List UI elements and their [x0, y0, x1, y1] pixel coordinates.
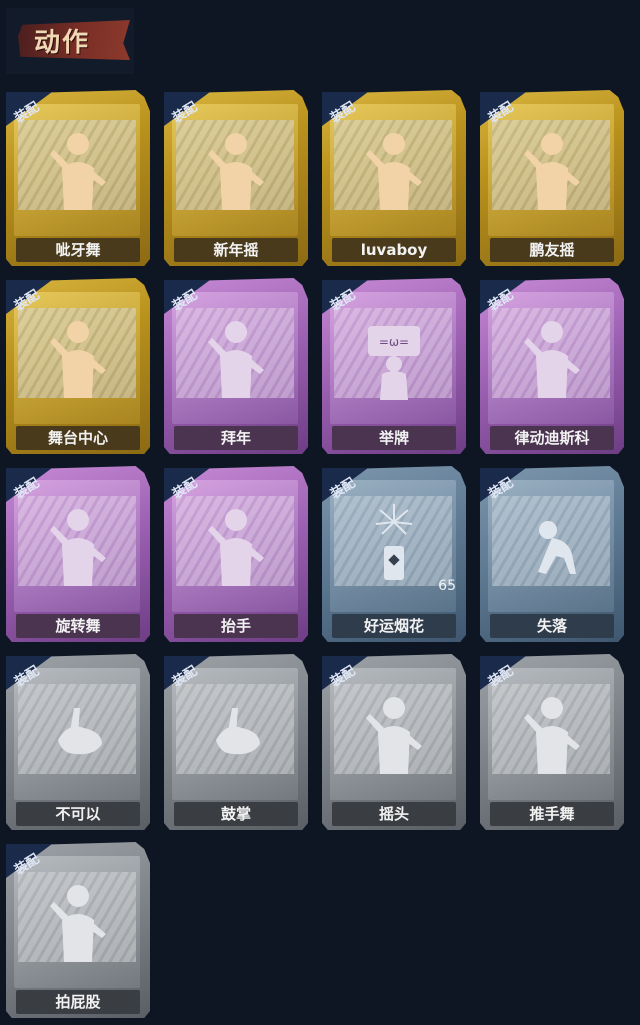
- emote-name: 拜年: [220, 429, 251, 447]
- emote-card[interactable]: 装配 拍屁股: [4, 842, 152, 1018]
- card-label-bar: 拍屁股: [16, 990, 140, 1014]
- spin-figure-icon: [50, 509, 106, 586]
- emote-name: 舞台中心: [47, 429, 108, 447]
- emote-card[interactable]: 装配 摇头: [320, 654, 468, 830]
- card-label-bar: 新年摇: [174, 238, 298, 262]
- pose-figure-icon: [366, 133, 422, 210]
- emote-card[interactable]: 装配 推手舞: [478, 654, 626, 830]
- emote-card[interactable]: 装配 抬手: [162, 466, 310, 642]
- dance-figure-icon: [50, 133, 106, 210]
- card-label-bar: 鹏友摇: [490, 238, 614, 262]
- firework-icon: [375, 504, 413, 580]
- card-label-bar: 失落: [490, 614, 614, 638]
- emote-card[interactable]: 装配 luvaboy: [320, 90, 468, 266]
- emote-name: 不可以: [55, 805, 101, 823]
- emote-name: 旋转舞: [55, 617, 101, 635]
- head-shake-figure-icon: [366, 697, 422, 774]
- emote-card[interactable]: 装配 新年摇: [162, 90, 310, 266]
- emote-card[interactable]: 装配 旋转舞: [4, 466, 152, 642]
- clap-icon: [216, 708, 260, 755]
- emote-name: 抬手: [220, 617, 251, 635]
- section-title: 动作: [34, 28, 91, 58]
- emote-name: 好运烟花: [363, 617, 424, 635]
- disco-figure-icon: [524, 321, 580, 398]
- emote-card[interactable]: 装配 拜年: [162, 278, 310, 454]
- crawl-figure-icon: [538, 521, 576, 574]
- emote-name: 摇头: [378, 805, 409, 823]
- card-label-bar: 舞台中心: [16, 426, 140, 450]
- emote-card[interactable]: 装配 律动迪斯科: [478, 278, 626, 454]
- card-label-bar: 呲牙舞: [16, 238, 140, 262]
- card-label-bar: 律动迪斯科: [490, 426, 614, 450]
- shake-figure-icon: [208, 133, 264, 210]
- emote-name: 失落: [536, 617, 567, 635]
- emote-name: 推手舞: [529, 805, 575, 823]
- emote-card[interactable]: =ω= 装配 举牌: [320, 278, 468, 454]
- emote-name: 新年摇: [213, 241, 259, 259]
- emote-card[interactable]: 装配 舞台中心: [4, 278, 152, 454]
- svg-text:=ω=: =ω=: [379, 335, 409, 349]
- card-label-bar: 推手舞: [490, 802, 614, 826]
- emote-name: 鼓掌: [220, 805, 251, 823]
- emote-card[interactable]: 装配 鹏友摇: [478, 90, 626, 266]
- card-label-bar: luvaboy: [332, 238, 456, 262]
- shake-figure-icon: [524, 133, 580, 210]
- emote-name: luvaboy: [360, 241, 428, 259]
- card-label-bar: 举牌: [332, 426, 456, 450]
- emote-card[interactable]: 装配 失落: [478, 466, 626, 642]
- emote-card[interactable]: 装配 不可以: [4, 654, 152, 830]
- emote-name: 呲牙舞: [55, 241, 101, 259]
- section-header: 动作: [0, 0, 640, 80]
- card-label-bar: 鼓掌: [174, 802, 298, 826]
- raise-hand-figure-icon: [208, 509, 264, 586]
- item-count: 65: [438, 578, 456, 594]
- emote-name: 鹏友摇: [529, 241, 575, 259]
- greeting-figure-icon: [208, 321, 264, 398]
- card-label-bar: 好运烟花: [332, 614, 456, 638]
- push-hand-figure-icon: [524, 697, 580, 774]
- stage-figure-icon: [50, 321, 106, 398]
- emote-card[interactable]: 装配 鼓掌: [162, 654, 310, 830]
- card-label-bar: 旋转舞: [16, 614, 140, 638]
- sign-figure-icon: =ω=: [368, 326, 420, 400]
- emote-card[interactable]: 装配 呲牙舞: [4, 90, 152, 266]
- emote-name: 律动迪斯科: [514, 429, 590, 447]
- card-label-bar: 不可以: [16, 802, 140, 826]
- card-label-bar: 拜年: [174, 426, 298, 450]
- card-label-bar: 抬手: [174, 614, 298, 638]
- emote-card[interactable]: 65 装配 好运烟花: [320, 466, 468, 642]
- card-label-bar: 摇头: [332, 802, 456, 826]
- emote-name: 拍屁股: [55, 993, 101, 1011]
- emote-name: 举牌: [378, 429, 409, 447]
- finger-wag-icon: [58, 708, 102, 755]
- butt-slap-figure-icon: [50, 885, 106, 962]
